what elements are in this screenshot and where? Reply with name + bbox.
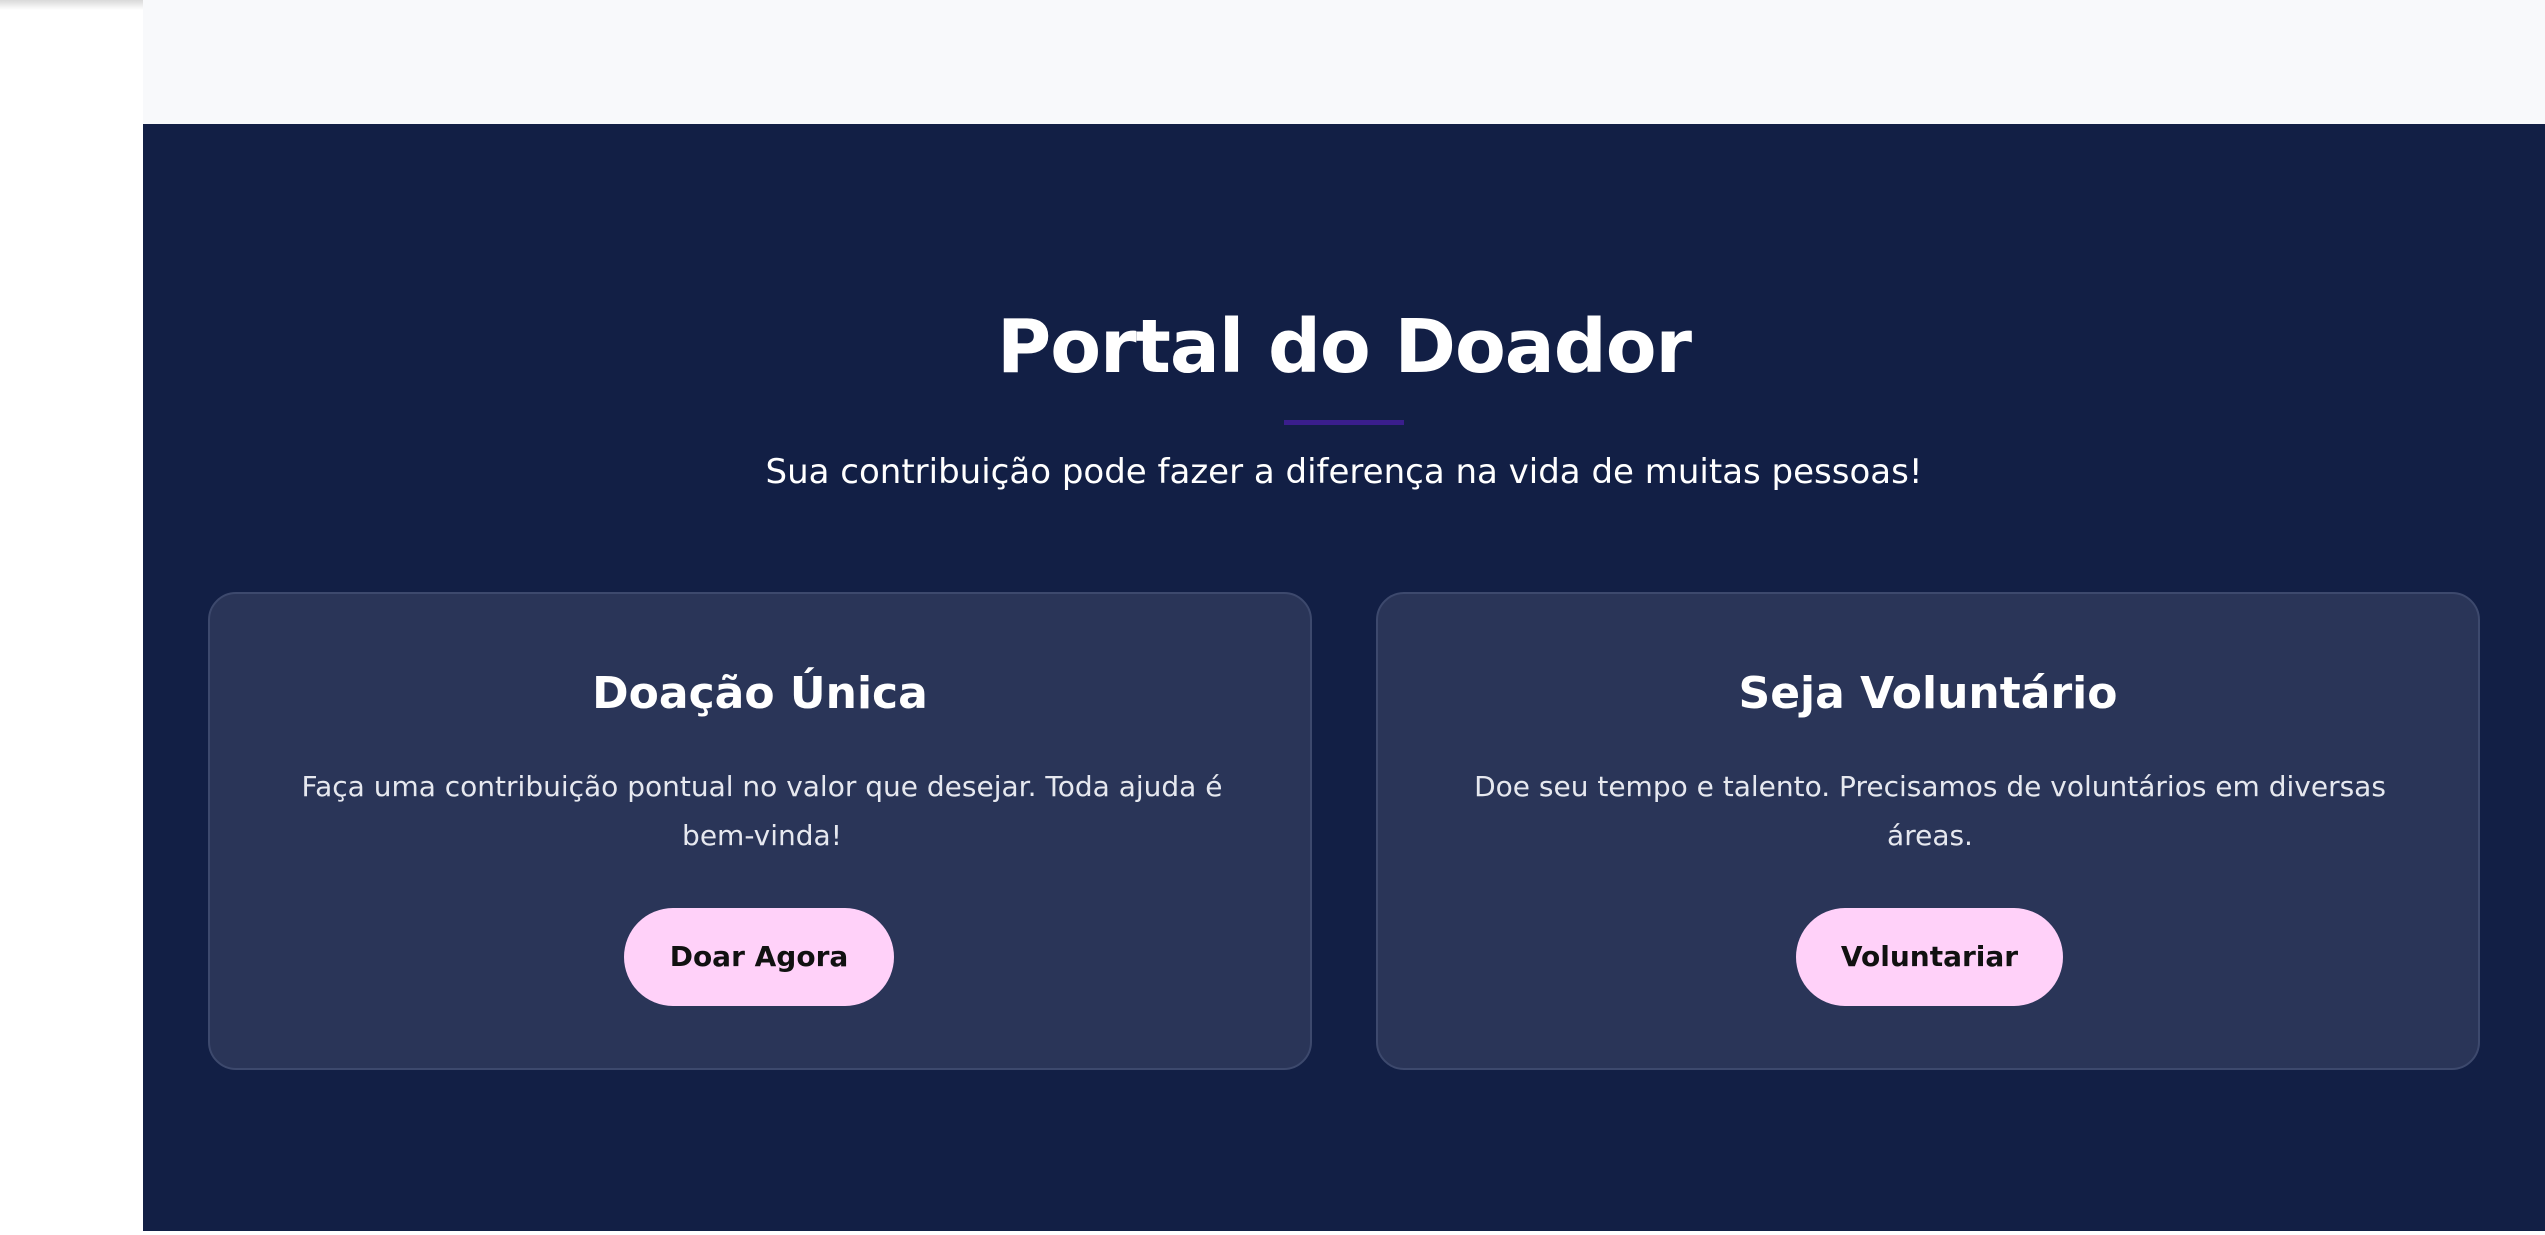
card-single-donation: Doação Única Faça uma contribuição pontu… (208, 592, 1312, 1070)
card-description: Doe seu tempo e talento. Precisamos de v… (1474, 770, 2386, 852)
card-volunteer: Seja Voluntário Doe seu tempo e talento.… (1376, 592, 2480, 1070)
card-description: Faça uma contribuição pontual no valor q… (301, 770, 1223, 852)
page-title: Portal do Doador (996, 304, 1692, 390)
card-title: Seja Voluntário (1738, 668, 2118, 719)
volunteer-button[interactable]: Voluntariar (1796, 908, 2063, 1006)
top-band (143, 0, 2545, 124)
donor-portal-section: Portal do Doador Sua contribuição pode f… (143, 124, 2545, 1231)
card-title: Doação Única (592, 668, 928, 719)
donate-now-button[interactable]: Doar Agora (624, 908, 894, 1006)
page-subtitle: Sua contribuição pode fazer a diferença … (765, 452, 1923, 492)
title-underline (1284, 420, 1404, 425)
